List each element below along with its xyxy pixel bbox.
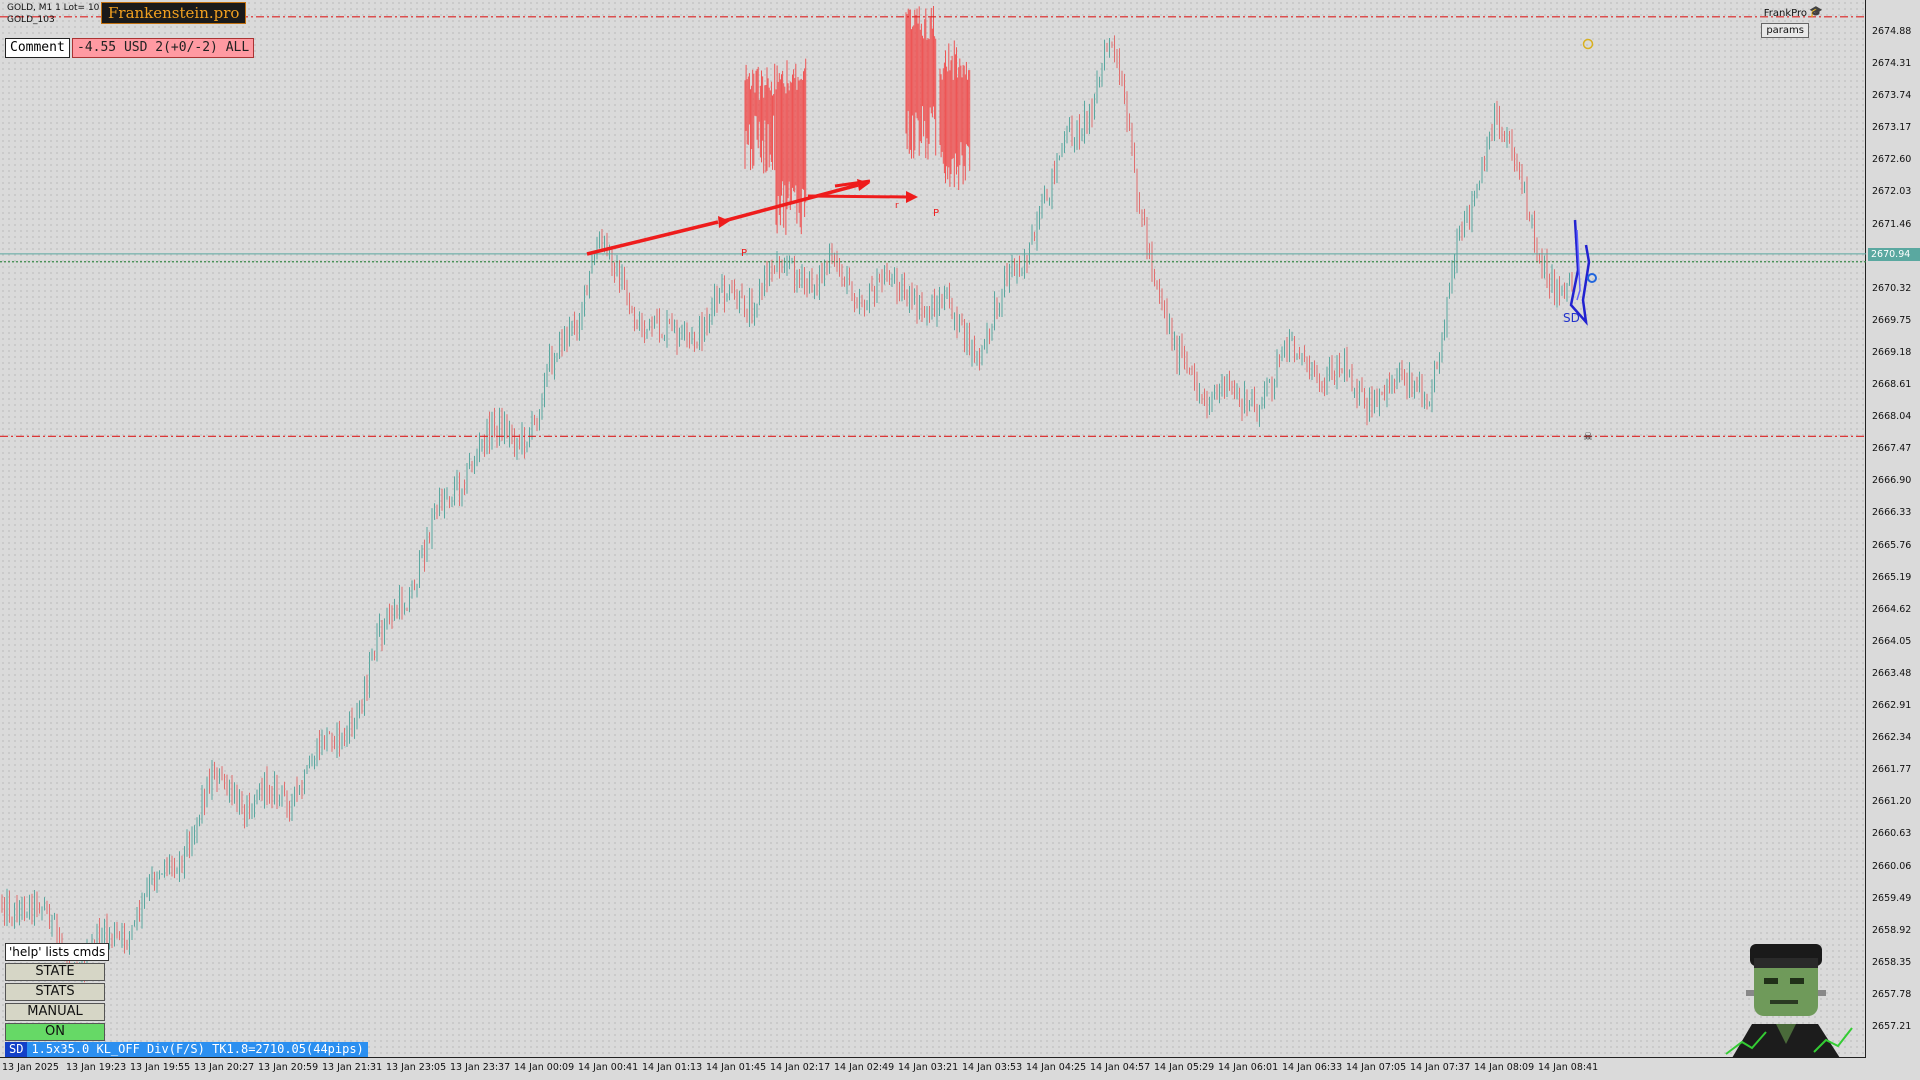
- price-axis-label: 2662.91: [1872, 700, 1912, 712]
- brand-logo[interactable]: Frankenstein.pro: [101, 2, 247, 24]
- price-axis-label: 2673.17: [1872, 122, 1912, 134]
- symbol-info: GOLD, M1 1 Lot= 10: [7, 3, 100, 13]
- price-axis-label: 2672.03: [1872, 186, 1912, 198]
- time-axis-label: 13 Jan 19:23: [66, 1062, 127, 1073]
- sun-marker-icon: [1582, 38, 1594, 50]
- price-axis-label: 2662.34: [1872, 732, 1912, 744]
- sd-label: SD: [1563, 311, 1580, 325]
- price-axis-label: 2669.18: [1872, 346, 1912, 358]
- price-axis-label: 2666.33: [1872, 507, 1912, 519]
- status-text: 1.5x35.0 KL_OFF Div(F/S) TK1.8=2710.05(4…: [31, 1042, 364, 1056]
- current-price-tag: 2670.94: [1868, 247, 1920, 261]
- status-tag: SD: [5, 1042, 28, 1057]
- price-axis-label: 2672.60: [1872, 154, 1912, 166]
- time-axis-label: 14 Jan 01:45: [706, 1062, 767, 1073]
- trend-arrow-head: [906, 191, 918, 203]
- signal-marker: P: [741, 248, 747, 259]
- price-axis-label: 2659.49: [1872, 892, 1912, 904]
- stats-button[interactable]: STATS: [5, 983, 105, 1001]
- price-axis-label: 2668.04: [1872, 411, 1912, 423]
- time-axis-label: 14 Jan 00:41: [578, 1062, 639, 1073]
- time-axis-label: 13 Jan 19:55: [130, 1062, 191, 1073]
- manual-button[interactable]: MANUAL: [5, 1003, 105, 1021]
- time-axis-label: 14 Jan 08:41: [1538, 1062, 1599, 1073]
- skull-marker-icon: ☠: [1583, 430, 1593, 443]
- time-axis-label: 14 Jan 05:29: [1154, 1062, 1215, 1073]
- time-axis-label: 14 Jan 06:01: [1218, 1062, 1279, 1073]
- price-axis-label: 2660.06: [1872, 860, 1912, 872]
- time-axis-label: 14 Jan 08:09: [1474, 1062, 1535, 1073]
- comment-label: Comment: [5, 38, 70, 58]
- graduation-cap-icon[interactable]: 🎓: [1809, 6, 1823, 17]
- time-axis-label: 13 Jan 23:05: [386, 1062, 447, 1073]
- price-axis-label: 2664.05: [1872, 635, 1912, 647]
- price-axis-label: 2664.62: [1872, 603, 1912, 615]
- price-axis-label: 2657.21: [1872, 1021, 1912, 1032]
- price-axis-label: 2665.76: [1872, 539, 1912, 551]
- time-axis-label: 14 Jan 01:13: [642, 1062, 703, 1073]
- price-axis-label: 2666.90: [1872, 475, 1912, 487]
- time-axis-label: 14 Jan 03:53: [962, 1062, 1023, 1073]
- time-axis-label: 14 Jan 07:05: [1346, 1062, 1407, 1073]
- price-axis-label: 2674.88: [1872, 26, 1912, 37]
- state-button[interactable]: STATE: [5, 963, 105, 981]
- info-marker: [1587, 273, 1597, 283]
- time-axis-label: 14 Jan 04:57: [1090, 1062, 1151, 1073]
- trend-arrow: [807, 194, 909, 199]
- price-axis-label: 2671.46: [1872, 218, 1912, 230]
- signal-marker: P: [933, 208, 939, 219]
- chart-area[interactable]: P P r SD ☠ GOLD, M1 1 Lot= 10 GOLD_103 F…: [0, 0, 1866, 1058]
- time-axis-label: 13 Jan 20:27: [194, 1062, 255, 1073]
- price-axis-label: 2658.35: [1872, 956, 1912, 968]
- params-button[interactable]: params: [1761, 23, 1809, 38]
- price-axis-label: 2673.74: [1872, 90, 1912, 102]
- price-axis-label: 2667.47: [1872, 443, 1912, 455]
- price-axis-label: 2658.92: [1872, 924, 1912, 936]
- price-axis-label: 2657.78: [1872, 988, 1912, 1000]
- symbol-info-sub: GOLD_103: [7, 15, 55, 25]
- status-bar: SD 1.5x35.0 KL_OFF Div(F/S) TK1.8=2710.05…: [5, 1042, 368, 1057]
- time-axis-label: 14 Jan 03:21: [898, 1062, 959, 1073]
- price-axis-label: 2663.48: [1872, 667, 1912, 679]
- candles-layer: [1, 6, 1573, 983]
- price-axis-label: 2661.20: [1872, 796, 1912, 808]
- time-axis-label: 13 Jan 23:37: [450, 1062, 511, 1073]
- price-axis-label: 2665.19: [1872, 571, 1912, 583]
- time-axis-label: 13 Jan 21:31: [322, 1062, 383, 1073]
- price-axis-label: 2661.77: [1872, 764, 1912, 776]
- time-axis-label: 13 Jan 20:59: [258, 1062, 319, 1073]
- trend-arrow: [719, 183, 859, 224]
- time-axis-label: 14 Jan 02:49: [834, 1062, 895, 1073]
- price-axis-label: 2668.61: [1872, 379, 1912, 391]
- price-axis-label: 2674.31: [1872, 58, 1912, 70]
- time-axis-label: 14 Jan 06:33: [1282, 1062, 1343, 1073]
- pnl-status: -4.55 USD 2(+0/-2) ALL: [72, 38, 255, 58]
- time-axis-label: 14 Jan 04:25: [1026, 1062, 1087, 1073]
- frankenstein-mascot-icon: [1725, 944, 1853, 1058]
- on-toggle-button[interactable]: ON: [5, 1023, 105, 1041]
- signal-marker: r: [895, 201, 899, 211]
- frankpro-label: FrankPro: [1763, 8, 1807, 19]
- time-axis-label: 14 Jan 00:09: [514, 1062, 575, 1073]
- price-axis-label: 2660.63: [1872, 828, 1912, 840]
- time-axis-label: 14 Jan 07:37: [1410, 1062, 1471, 1073]
- price-axis-label: 2670.32: [1872, 282, 1912, 294]
- price-axis-label: 2669.75: [1872, 314, 1912, 326]
- price-chart[interactable]: P P r SD ☠: [0, 0, 1866, 1058]
- sd-path: [1569, 219, 1591, 326]
- time-axis-label: 14 Jan 02:17: [770, 1062, 831, 1073]
- help-label: 'help' lists cmds: [5, 943, 110, 961]
- time-axis-label: 13 Jan 2025: [2, 1062, 59, 1073]
